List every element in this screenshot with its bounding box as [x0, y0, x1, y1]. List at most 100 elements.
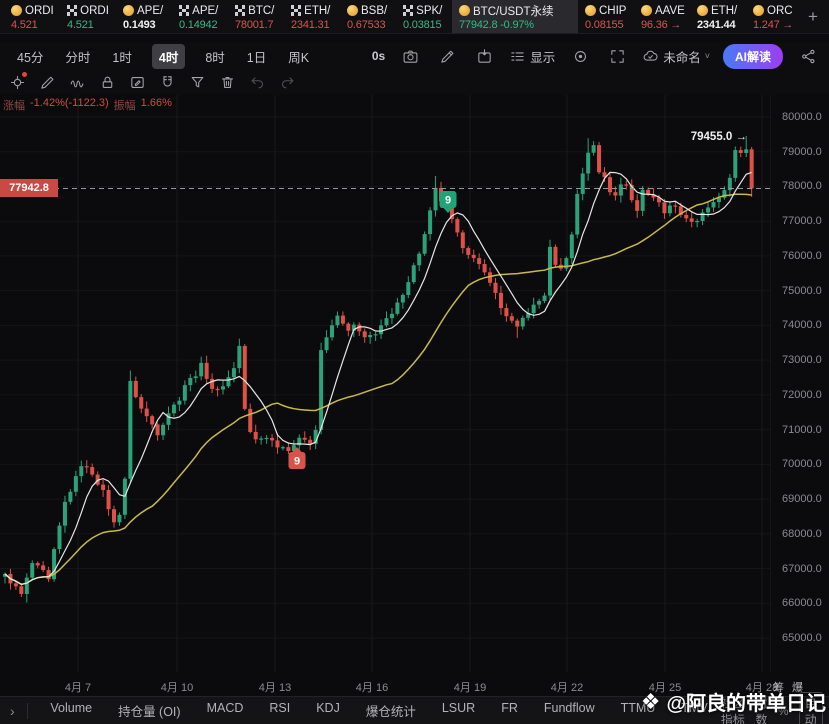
ticker-value: 2341.44 — [697, 19, 736, 31]
ticker-symbol: ORDI — [25, 4, 54, 17]
fullscreen-button[interactable] — [605, 45, 629, 67]
ticker-symbol: ORDI — [80, 4, 109, 17]
ticker-value: 78001.7 — [235, 19, 274, 31]
list-icon — [511, 51, 524, 61]
ticker-item-ETH/[interactable]: ETH/2341.44 — [690, 0, 746, 33]
share-button[interactable] — [796, 45, 820, 67]
indicator-tab-FR[interactable]: FR — [488, 701, 531, 720]
indicator-tab-持仓量 (OI)[interactable]: 持仓量 (OI) — [105, 701, 194, 720]
freehand-tool[interactable] — [65, 72, 89, 94]
ticker-value: 4.521 — [67, 19, 94, 31]
indicator-tab-KDJ[interactable]: KDJ — [303, 701, 353, 720]
ticker-item-BTC/[interactable]: BTC/78001.7 — [228, 0, 284, 33]
timeframe-tab-1时[interactable]: 1时 — [101, 43, 142, 70]
ticker-value: 0.67533 — [347, 19, 386, 31]
ticker-item-BTC/USDT永续[interactable]: BTC/USDT永续 77942.8 -0.97% — [452, 0, 578, 33]
price-tick: 75000.0 — [782, 284, 822, 297]
indicator-tab-爆仓统计[interactable]: 爆仓统计 — [353, 701, 429, 720]
drawing-toolbar — [0, 70, 829, 95]
ticker-item-APE/[interactable]: APE/0.1493 — [116, 0, 172, 33]
expand-indicators-chevron[interactable]: › — [0, 703, 27, 719]
draw-line-tool[interactable] — [35, 72, 59, 94]
gold-coin-icon — [641, 5, 652, 16]
add-pane-button[interactable] — [472, 45, 496, 67]
redo-button[interactable] — [275, 72, 299, 94]
ticker-value: 77942.8 -0.97% — [459, 19, 534, 31]
timeframe-tab-8时[interactable]: 8时 — [194, 43, 235, 70]
add-symbol-button[interactable]: + — [802, 7, 824, 26]
timeframe-tab-45分[interactable]: 45分 — [6, 43, 54, 70]
lock-icon — [102, 76, 112, 88]
session-stats: 涨幅 -1.42%(-1122.3) 振幅 1.66% — [3, 97, 172, 113]
chart-area[interactable]: 79455.0 → 9 9 涨幅 -1.42%(-1122.3) 振幅 1.66% — [0, 95, 770, 672]
ticker-item-BSB/[interactable]: BSB/0.67533 — [340, 0, 396, 33]
date-tick: 4月 22 — [550, 682, 584, 694]
date-axis[interactable]: 4月 7 4月 10 4月 13 4月 16 4月 19 4月 22 4月 25 4月 28 — [0, 672, 778, 697]
crosshair-tool[interactable] — [5, 71, 29, 94]
note-tool[interactable] — [125, 72, 149, 94]
chips-toggle[interactable]: 筹 — [773, 679, 784, 695]
candlestick-chart: 79455.0 → 9 9 — [0, 95, 770, 672]
undo-icon — [251, 77, 263, 89]
ticker-item-SPK/[interactable]: SPK/0.03815 — [396, 0, 452, 33]
price-axis[interactable]: 65000.0 66000.0 67000.0 68000.0 69000.0 70000… — [770, 95, 829, 672]
okx-grid-icon — [291, 5, 302, 16]
scale-control-%[interactable]: % — [778, 704, 789, 718]
ticker-value: 0.03815 — [403, 19, 442, 31]
edit-button[interactable] — [435, 45, 459, 67]
indicator-tab-TTMU[interactable]: TTMU — [608, 701, 669, 720]
screenshot-button[interactable] — [398, 45, 422, 67]
add-indicator-icon — [477, 48, 491, 63]
price-tick: 80000.0 — [782, 111, 822, 123]
ticker-symbol: SPK/ — [416, 4, 443, 17]
delete-drawings-tool[interactable] — [215, 72, 239, 94]
chevron-down-icon: ˅ — [704, 51, 710, 61]
timeframe-tab-4时[interactable]: 4时 — [151, 43, 186, 69]
settings-button[interactable] — [568, 45, 592, 67]
ticker-item-ORC[interactable]: ORC 1.247 → — [746, 0, 802, 33]
filter-drawings-tool[interactable] — [185, 72, 209, 94]
ticker-item-ORDI[interactable]: ORDI 4.521 — [4, 0, 60, 33]
price-tick: 77000.0 — [782, 215, 822, 228]
indicator-tab-Fundflow[interactable]: Fundflow — [531, 701, 608, 720]
ai-analysis-button[interactable]: AI解读 — [722, 43, 783, 69]
timeframe-tab-分时[interactable]: 分时 — [54, 43, 101, 70]
liquidation-toggle[interactable]: 爆 — [792, 679, 803, 695]
ticker-item-ORDI[interactable]: ORDI 4.521 — [60, 0, 116, 33]
indicator-tab-TMV[interactable]: TMV — [668, 701, 720, 720]
indicator-tab-RSI[interactable]: RSI — [256, 701, 303, 720]
ticker-item-CHIP[interactable]: CHIP 0.08155 — [578, 0, 634, 33]
ticker-item-ETH/[interactable]: ETH/2341.31 — [284, 0, 340, 33]
price-tick: 67000.0 — [782, 562, 822, 575]
active-tool-dot — [22, 71, 27, 77]
ticker-item-APE/[interactable]: APE/0.14942 — [172, 0, 228, 33]
price-tick: 69000.0 — [782, 493, 822, 506]
magnet-tool[interactable] — [155, 72, 179, 94]
ticker-symbol: CHIP — [599, 4, 627, 17]
gold-coin-icon — [459, 5, 470, 16]
price-tick: 76000.0 — [782, 249, 822, 262]
scale-control-对数[interactable]: 对数 — [756, 694, 768, 724]
display-menu[interactable]: 显示 — [509, 47, 555, 66]
undo-button[interactable] — [245, 72, 269, 94]
lock-drawings-tool[interactable] — [95, 72, 119, 94]
layout-menu[interactable]: 未命名 ˅ — [642, 47, 710, 66]
ticker-item-AAVE[interactable]: AAVE 96.36 → — [634, 0, 690, 33]
timeframe-tab-周K[interactable]: 周K — [277, 43, 320, 70]
price-tick: 79000.0 — [782, 145, 822, 158]
timeframe-tab-1日[interactable]: 1日 — [236, 43, 277, 70]
timeframe-tabs: 45分 分时 1时 4时 8时 1日 周K — [0, 43, 320, 70]
trash-icon — [221, 77, 233, 88]
gear-icon — [574, 50, 586, 62]
change-label: 涨幅 — [3, 100, 25, 112]
indicator-tab-MACD[interactable]: MACD — [194, 701, 257, 720]
scale-control-自动[interactable]: 自动 — [798, 691, 823, 724]
indicator-tab-Volume[interactable]: Volume — [37, 701, 105, 720]
expand-icon — [611, 49, 624, 63]
price-tick: 74000.0 — [782, 319, 822, 332]
indicator-tab-LSUR[interactable]: LSUR — [429, 701, 488, 720]
date-tick: 4月 25 — [648, 682, 682, 694]
scale-control-社区指标[interactable]: 社区指标 — [721, 694, 746, 724]
amplitude-label: 振幅 — [113, 100, 136, 112]
pencil-icon — [440, 50, 454, 63]
